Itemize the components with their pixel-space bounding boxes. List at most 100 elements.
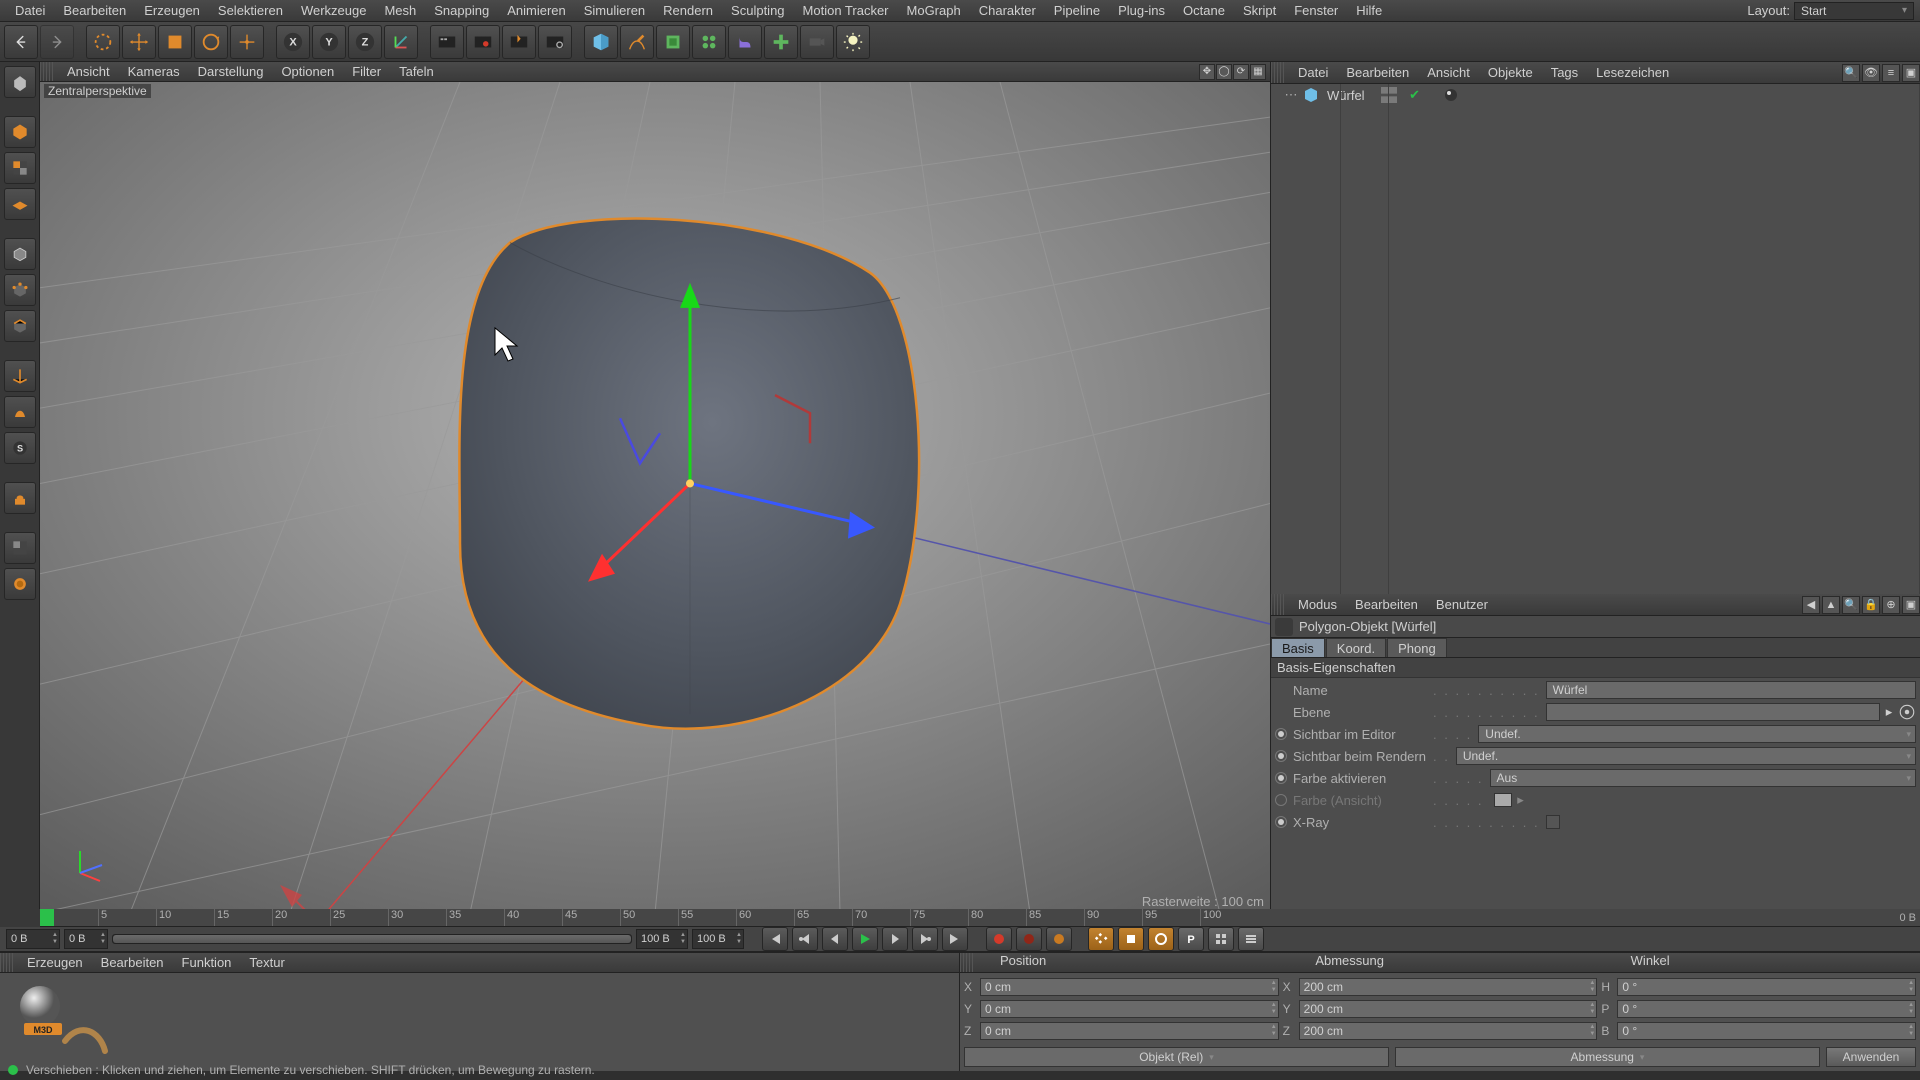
render-region-button[interactable]: [466, 25, 500, 59]
menu-werkzeuge[interactable]: Werkzeuge: [292, 3, 376, 18]
timeline-start-frame-field[interactable]: 0 B▲▼: [6, 929, 60, 949]
attr-color-expand-icon[interactable]: ▸: [1514, 793, 1528, 807]
y-axis-lock-button[interactable]: Y: [312, 25, 346, 59]
tab-koord[interactable]: Koord.: [1326, 638, 1386, 657]
phong-tag-icon[interactable]: [1443, 87, 1459, 103]
scale-tool-button[interactable]: [158, 25, 192, 59]
view-nav-pan-icon[interactable]: ✥: [1199, 64, 1215, 80]
mat-menu-textur[interactable]: Textur: [240, 955, 293, 970]
move-tool-button[interactable]: [122, 25, 156, 59]
model-mode-button[interactable]: [4, 116, 36, 148]
menu-erzeugen[interactable]: Erzeugen: [135, 3, 209, 18]
attr-colorenable-field[interactable]: Aus: [1490, 769, 1916, 787]
visibility-toggle[interactable]: [1381, 87, 1397, 103]
view-menu-optionen[interactable]: Optionen: [272, 64, 343, 79]
view-nav-orbit-icon[interactable]: ⟳: [1233, 64, 1249, 80]
render-view-button[interactable]: [430, 25, 464, 59]
tree-item-name[interactable]: Würfel: [1323, 88, 1369, 103]
menu-datei[interactable]: Datei: [6, 3, 54, 18]
go-prev-key-button[interactable]: [792, 927, 818, 951]
view-menu-ansicht[interactable]: Ansicht: [58, 64, 119, 79]
point-mode-button[interactable]: [4, 274, 36, 306]
autokey-button[interactable]: [1016, 927, 1042, 951]
grip-icon[interactable]: [1271, 62, 1285, 83]
attr-name-field[interactable]: Würfel: [1546, 681, 1916, 699]
tweak-mode-button[interactable]: [4, 396, 36, 428]
key-pos-button[interactable]: [1088, 927, 1114, 951]
am-up-icon[interactable]: ▲: [1822, 596, 1840, 614]
layout-select[interactable]: Start: [1794, 2, 1914, 20]
axis-mod-button[interactable]: [4, 360, 36, 392]
key-options-button[interactable]: [1238, 927, 1264, 951]
mat-menu-funktion[interactable]: Funktion: [173, 955, 241, 970]
add-primitive-button[interactable]: [584, 25, 618, 59]
om-menu-bearbeiten[interactable]: Bearbeiten: [1337, 65, 1418, 80]
pos-y-field[interactable]: 0 cm▲▼: [980, 1000, 1279, 1018]
om-menu-objekte[interactable]: Objekte: [1479, 65, 1542, 80]
expand-icon[interactable]: ⋯: [1283, 87, 1299, 103]
key-pla-button[interactable]: [1208, 927, 1234, 951]
viewport-canvas[interactable]: [40, 82, 1270, 913]
menu-motion-tracker[interactable]: Motion Tracker: [794, 3, 898, 18]
rotate-tool-button[interactable]: [194, 25, 228, 59]
play-button[interactable]: [852, 927, 878, 951]
pos-z-field[interactable]: 0 cm▲▼: [980, 1022, 1279, 1040]
coord-apply-button[interactable]: Anwenden: [1826, 1047, 1916, 1067]
material-manager-body[interactable]: M3D: [0, 973, 959, 1071]
am-menu-benutzer[interactable]: Benutzer: [1427, 597, 1497, 612]
am-tab-icon[interactable]: ▣: [1902, 596, 1920, 614]
om-search-icon[interactable]: 🔍: [1842, 64, 1860, 82]
make-editable-button[interactable]: [4, 66, 36, 98]
texture-mode-button[interactable]: [4, 152, 36, 184]
viewport-solo-button[interactable]: [4, 532, 36, 564]
mat-menu-bearbeiten[interactable]: Bearbeiten: [92, 955, 173, 970]
locked-workplane-button[interactable]: [4, 482, 36, 514]
coord-mode-size-select[interactable]: Abmessung: [1395, 1047, 1820, 1067]
menu-fenster[interactable]: Fenster: [1285, 3, 1347, 18]
last-tool-button[interactable]: [230, 25, 264, 59]
grip-icon[interactable]: [960, 953, 974, 972]
view-menu-filter[interactable]: Filter: [343, 64, 390, 79]
next-frame-button[interactable]: [882, 927, 908, 951]
timeline-range-slider[interactable]: [112, 934, 632, 944]
am-new-icon[interactable]: ⊕: [1882, 596, 1900, 614]
om-filter-icon[interactable]: ≡: [1882, 64, 1900, 82]
timeline-preview-start-field[interactable]: 0 B▲▼: [64, 929, 108, 949]
record-key-button[interactable]: [986, 927, 1012, 951]
rot-h-field[interactable]: 0 °▲▼: [1617, 978, 1916, 996]
grip-icon[interactable]: [0, 953, 14, 972]
render-toggle[interactable]: ✔: [1407, 87, 1423, 103]
om-eye-icon[interactable]: 👁: [1862, 64, 1880, 82]
view-menu-tafeln[interactable]: Tafeln: [390, 64, 443, 79]
attr-xray-checkbox[interactable]: [1546, 815, 1560, 829]
camera-button[interactable]: [800, 25, 834, 59]
3d-viewport[interactable]: Zentralperspektive Rasterweite : 100 cm: [40, 82, 1270, 913]
timeline-preview-end-field[interactable]: 100 B▲▼: [636, 929, 688, 949]
menu-sculpting[interactable]: Sculpting: [722, 3, 793, 18]
menu-mograph[interactable]: MoGraph: [898, 3, 970, 18]
rot-p-field[interactable]: 0 °▲▼: [1617, 1000, 1916, 1018]
spline-pen-button[interactable]: [620, 25, 654, 59]
key-rot-button[interactable]: [1148, 927, 1174, 951]
layer-dropdown-icon[interactable]: ▸: [1882, 705, 1896, 719]
attr-radio-icon[interactable]: [1275, 772, 1287, 784]
menu-hilfe[interactable]: Hilfe: [1347, 3, 1391, 18]
size-y-field[interactable]: 200 cm▲▼: [1299, 1000, 1598, 1018]
mat-menu-erzeugen[interactable]: Erzeugen: [18, 955, 92, 970]
grip-icon[interactable]: [1271, 594, 1285, 615]
undo-button[interactable]: [4, 25, 38, 59]
rot-b-field[interactable]: 0 °▲▼: [1617, 1022, 1916, 1040]
tab-phong[interactable]: Phong: [1387, 638, 1447, 657]
grip-icon[interactable]: [40, 62, 54, 81]
attr-visrender-field[interactable]: Undef.: [1456, 747, 1916, 765]
menu-snapping[interactable]: Snapping: [425, 3, 498, 18]
timeline-ruler[interactable]: 0510152025303540455055606570758085909510…: [40, 909, 1920, 927]
attr-color-swatch[interactable]: [1494, 793, 1512, 807]
menu-charakter[interactable]: Charakter: [970, 3, 1045, 18]
prev-frame-button[interactable]: [822, 927, 848, 951]
redo-button[interactable]: [40, 25, 74, 59]
attr-radio-icon[interactable]: [1275, 728, 1287, 740]
tab-basis[interactable]: Basis: [1271, 638, 1325, 657]
menu-skript[interactable]: Skript: [1234, 3, 1285, 18]
generator-button[interactable]: [656, 25, 690, 59]
